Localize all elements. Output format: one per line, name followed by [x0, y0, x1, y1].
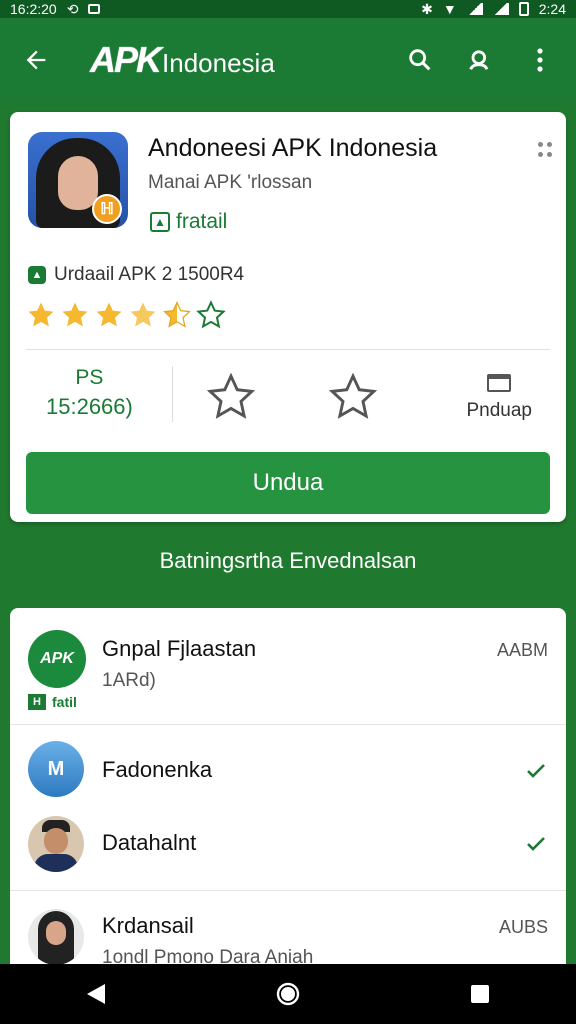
search-button[interactable]	[400, 40, 440, 80]
download-button[interactable]: Undua	[26, 452, 550, 514]
stat-ps-label: PS	[75, 366, 104, 389]
window-icon	[487, 374, 512, 392]
section-title: Batningsrtha Envednalsan	[159, 548, 417, 573]
person-avatar	[28, 909, 84, 965]
app-detail-card: ℍ Andoneesi APK Indonesia Manai APK 'rlo…	[10, 112, 566, 522]
star-filled-icon	[96, 302, 122, 327]
stat-pnduap-label: Pnduap	[466, 400, 532, 421]
installed-icon: ▲	[150, 212, 170, 232]
card-more-button[interactable]	[538, 140, 552, 160]
notification-icon	[88, 4, 101, 14]
status-time: 16:2:20	[10, 1, 57, 17]
installed-badge: H fatil	[28, 694, 77, 710]
app-icon-badge: ℍ	[92, 194, 122, 224]
favorite-star-icon[interactable]	[206, 372, 256, 422]
square-recents-icon	[471, 985, 489, 1003]
circle-home-icon	[276, 982, 300, 1006]
list-item[interactable]: Krdansail 1ondl Pmono Dara Aniah AUBS	[10, 891, 566, 968]
card-divider	[26, 349, 550, 350]
battery-icon	[518, 2, 529, 16]
system-nav-bar	[0, 964, 576, 1024]
app-avatar-mark: APK	[40, 650, 74, 667]
app-subtitle: Manai APK 'rlossan	[148, 172, 313, 193]
installed-label: fratail	[176, 210, 228, 233]
app-avatar: APK	[28, 630, 86, 688]
stats-row: PS 15:2666) Pnduap	[10, 352, 566, 462]
check-icon[interactable]	[524, 832, 548, 856]
logo-text: Indonesia	[162, 48, 275, 78]
status-time-right: 2:24	[538, 1, 566, 17]
star-outline-icon	[196, 300, 226, 329]
avatar-face	[58, 156, 98, 210]
list-item[interactable]: APK Gnpal Fjlaastan 1ARd) AABM H fatil	[10, 608, 566, 724]
list-item-meta: AUBS	[498, 917, 548, 937]
list-item-meta: AABM	[496, 640, 548, 660]
list-item-name: Fadonenka	[102, 757, 213, 782]
star-filled-icon	[62, 302, 88, 327]
android-icon: ▲	[28, 266, 46, 284]
wifi-icon: ▼	[442, 1, 457, 17]
installed-badge-icon: H	[28, 694, 46, 710]
signal-icon	[466, 3, 483, 15]
installed-status: ▲ fratail	[150, 210, 227, 234]
version-info: ▲ Urdaail APK 2 1500R4	[28, 264, 244, 286]
list-item-name: Datahalnt	[102, 830, 197, 855]
stat-ps-value: 15:2666)	[46, 394, 133, 419]
related-apps-list: APK Gnpal Fjlaastan 1ARd) AABM H fatil M…	[10, 608, 566, 968]
rating-stars	[26, 300, 226, 330]
app-title: Andoneesi APK Indonesia	[148, 134, 438, 162]
signal-icon-2	[492, 3, 509, 15]
list-item[interactable]: M Fadonenka	[10, 725, 566, 805]
version-text: Urdaail APK 2 1500R4	[54, 264, 245, 285]
bluetooth-icon: ✱	[421, 0, 433, 17]
list-item-sub: 1ARd)	[102, 670, 156, 691]
more-vert-icon	[537, 48, 543, 72]
app-icon[interactable]: ℍ	[28, 132, 128, 228]
city-avatar-mark: M	[47, 757, 65, 780]
account-search-button[interactable]	[460, 40, 500, 80]
stat-separator	[172, 366, 173, 422]
list-item[interactable]: Datahalnt	[10, 806, 566, 886]
list-item-name: Krdansail	[102, 913, 194, 938]
rate-star-icon[interactable]	[328, 372, 378, 422]
app-bar: APK Indonesia	[0, 18, 576, 102]
list-item-name: Gnpal Fjlaastan	[102, 636, 257, 661]
search-icon	[409, 49, 431, 71]
nav-back-button[interactable]	[74, 972, 118, 1016]
logo-mark: APK	[90, 39, 162, 80]
stat-pnduap[interactable]: Pnduap	[466, 374, 532, 422]
sync-icon: ⟲	[66, 0, 79, 17]
app-logo: APK Indonesia	[90, 39, 275, 81]
star-half-icon	[163, 301, 191, 328]
account-search-icon	[469, 50, 489, 70]
more-options-button[interactable]	[520, 40, 560, 80]
stat-ps: PS 15:2666)	[46, 366, 133, 420]
back-button[interactable]	[16, 40, 56, 80]
triangle-back-icon	[87, 984, 105, 1004]
nav-recents-button[interactable]	[458, 972, 502, 1016]
city-avatar: M	[28, 741, 84, 797]
installed-badge-label: fatil	[52, 694, 77, 710]
status-bar: 16:2:20 ⟲ ✱ ▼ 2:24	[0, 0, 576, 18]
check-icon[interactable]	[524, 759, 548, 783]
nav-home-button[interactable]	[266, 972, 310, 1016]
star-filled-icon	[130, 302, 156, 327]
arrow-back-icon	[26, 50, 46, 70]
star-filled-icon	[28, 302, 54, 327]
person-avatar	[28, 816, 84, 872]
